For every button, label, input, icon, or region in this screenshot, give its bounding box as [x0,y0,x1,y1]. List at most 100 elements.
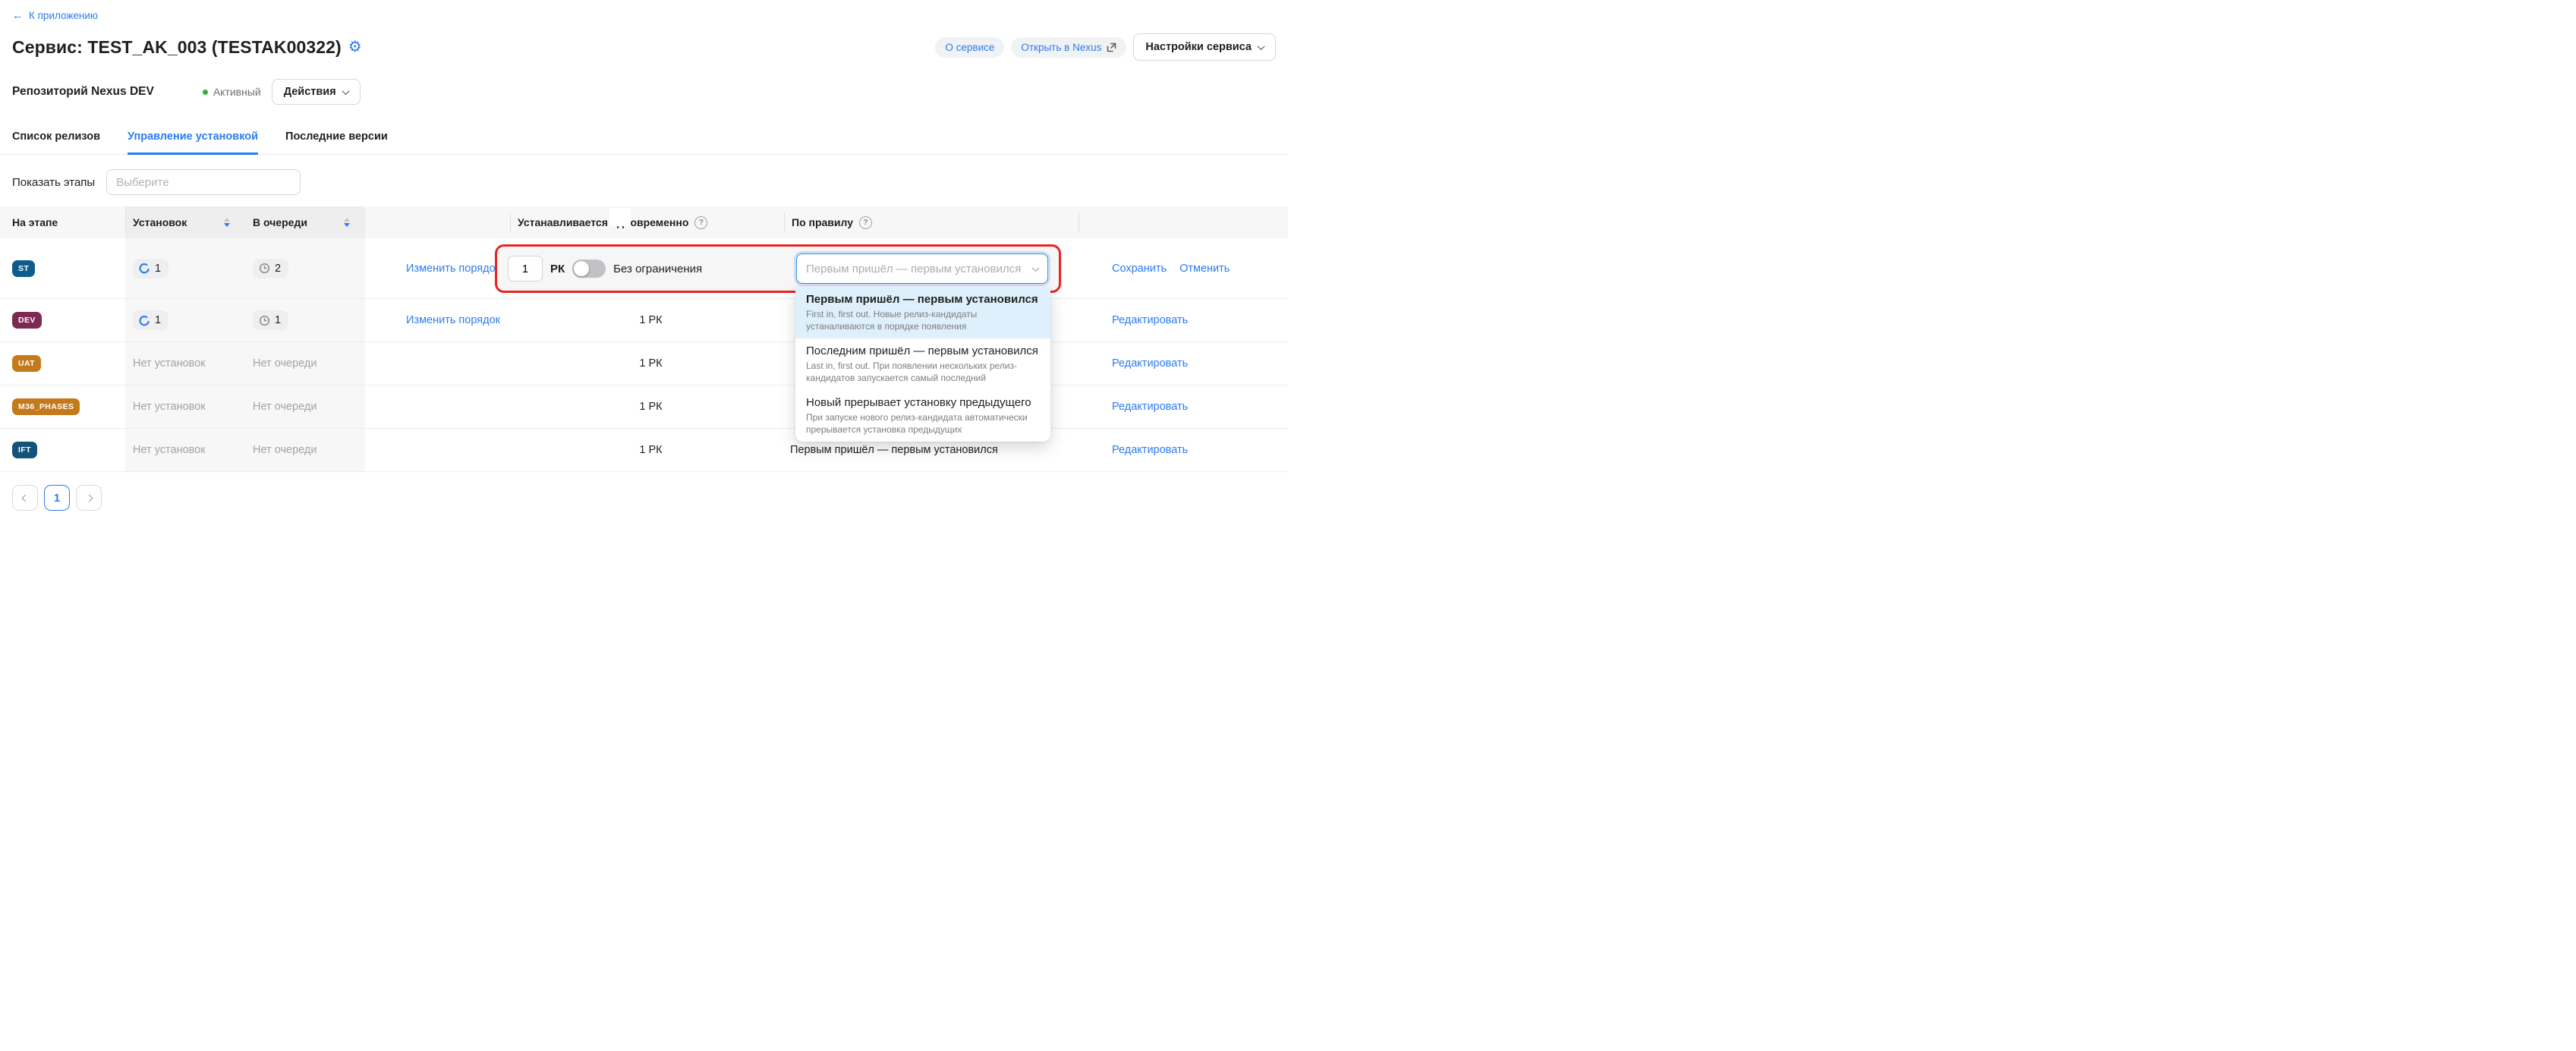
stage-badge: UAT [12,355,41,372]
pagination-prev-button[interactable] [12,485,38,511]
edit-link[interactable]: Редактировать [1112,444,1188,456]
rule-select[interactable]: Первым пришёл — первым установился Первы… [796,253,1048,284]
sort-queue-button[interactable] [344,218,350,227]
page-title: Сервис: TEST_AK_003 (TESTAK00322) [12,37,342,58]
help-icon[interactable] [859,216,872,229]
service-settings-label: Настройки сервиса [1145,41,1252,53]
edit-highlight-box: РК Без ограничения Первым пришёл — первы… [495,244,1061,293]
count-unit-label: РК [550,263,565,275]
installs-empty: Нет установок [125,385,245,428]
pagination-next-button[interactable] [76,485,102,511]
simultaneous-value: 1 РК [510,357,784,370]
table-row-uat: UAT Нет установок Нет очереди 1 РК Редак… [0,342,1288,385]
repository-row: Репозиторий Nexus DEV Активный Действия [0,61,1288,105]
service-settings-button[interactable]: Настройки сервиса [1133,33,1276,61]
header-queue: В очереди [245,206,365,238]
back-link[interactable]: К приложению [12,9,98,22]
status-label: Активный [213,86,261,98]
status-badge: Активный [203,86,261,98]
sort-up-icon [224,218,230,222]
option-description: First in, first out. Новые релиз-кандида… [806,308,1040,332]
topbar: К приложению [0,0,1288,23]
installs-empty: Нет установок [125,429,245,471]
open-nexus-label: Открыть в Nexus [1021,42,1101,53]
tab-latest-versions[interactable]: Последние версии [285,131,388,155]
simultaneous-value: 1 РК [510,444,784,456]
tab-bar: Список релизов Управление установкой Пос… [0,105,1288,155]
header-actions [1079,206,1288,238]
actions-button-label: Действия [284,86,336,98]
stages-filter-label: Показать этапы [12,176,95,189]
save-link[interactable]: Сохранить [1112,263,1167,275]
change-order-link[interactable]: Изменить порядок [406,263,500,275]
tab-release-list[interactable]: Список релизов [12,131,100,155]
rule-dropdown: Первым пришёл — первым установился First… [795,287,1050,442]
header-stage: На этапе [0,206,125,238]
toggle-knob [574,261,589,276]
table-row-m36-phases: M36_PHASES Нет установок Нет очереди 1 Р… [0,385,1288,429]
installs-count: 1 [133,310,168,330]
header-simultaneous: Устанавливается одновременно [510,206,784,238]
chevron-down-icon [1258,42,1265,50]
pagination-page-button[interactable]: 1 [44,485,70,511]
simultaneous-value: 1 РК [510,314,784,326]
chevron-down-icon [342,87,349,95]
title-actions: О сервисе Открыть в Nexus Настройки серв… [935,33,1276,61]
clock-icon [259,263,270,274]
option-description: При запуске нового релиз-кандидата автом… [806,411,1040,436]
edit-link[interactable]: Редактировать [1112,314,1188,326]
simultaneous-value: 1 РК [510,401,784,413]
dropdown-option-interrupt[interactable]: Новый прерывает установку предыдущего Пр… [795,390,1050,442]
stage-badge: M36_PHASES [12,398,80,415]
rule-value: Первым пришёл — первым установился [784,444,1079,456]
install-count-input[interactable] [508,256,543,282]
installs-count: 1 [133,259,168,278]
spinner-icon [139,263,150,274]
dropdown-option-fifo[interactable]: Первым пришёл — первым установился First… [795,287,1050,338]
table-row-st: ST 1 2 Изменить порядок С [0,238,1288,299]
sort-down-icon [344,223,350,227]
tab-install-management[interactable]: Управление установкой [128,131,258,155]
option-description: Last in, first out. При появлении нескол… [806,360,1040,384]
header-artifact [609,208,631,226]
edit-link[interactable]: Редактировать [1112,401,1188,413]
sort-installs-button[interactable] [224,218,230,227]
cancel-link[interactable]: Отменить [1179,263,1230,275]
spinner-icon [139,315,150,326]
open-nexus-button[interactable]: Открыть в Nexus [1011,37,1126,58]
status-dot-icon [203,90,208,95]
queue-empty: Нет очереди [245,385,365,428]
stages-filter-row: Показать этапы [0,155,1288,195]
repository-name: Репозиторий Nexus DEV [12,85,154,99]
rule-select-value: Первым пришёл — первым установился [806,263,1021,275]
option-title: Последним пришёл — первым установился [806,344,1040,358]
header-rule: По правилу [784,206,1079,238]
pagination: 1 [0,472,1288,524]
change-order-link[interactable]: Изменить порядок [406,314,500,326]
chevron-down-icon [1032,264,1040,272]
header-order [365,206,510,238]
back-arrow-icon [12,9,24,22]
edit-link[interactable]: Редактировать [1112,357,1188,370]
dropdown-option-lifo[interactable]: Последним пришёл — первым установился La… [795,338,1050,390]
back-link-label: К приложению [29,10,98,21]
installs-empty: Нет установок [125,342,245,385]
sort-down-icon [224,223,230,227]
option-title: Новый прерывает установку предыдущего [806,395,1040,410]
actions-button[interactable]: Действия [272,79,361,105]
stage-badge: DEV [12,312,42,329]
stages-table: На этапе Установок В очереди Устанавлива… [0,206,1288,472]
about-service-button[interactable]: О сервисе [935,37,1004,58]
stage-badge: ST [12,260,35,277]
help-icon[interactable] [694,216,707,229]
clock-icon [259,315,270,326]
option-title: Первым пришёл — первым установился [806,292,1040,307]
stages-filter-input[interactable] [106,169,301,195]
queue-count: 1 [253,310,288,330]
header-installs: Установок [125,206,245,238]
no-limit-toggle[interactable] [572,260,606,278]
gear-icon[interactable] [348,39,362,55]
queue-empty: Нет очереди [245,342,365,385]
external-link-icon [1107,42,1116,52]
title-row: Сервис: TEST_AK_003 (TESTAK00322) О серв… [0,23,1288,61]
